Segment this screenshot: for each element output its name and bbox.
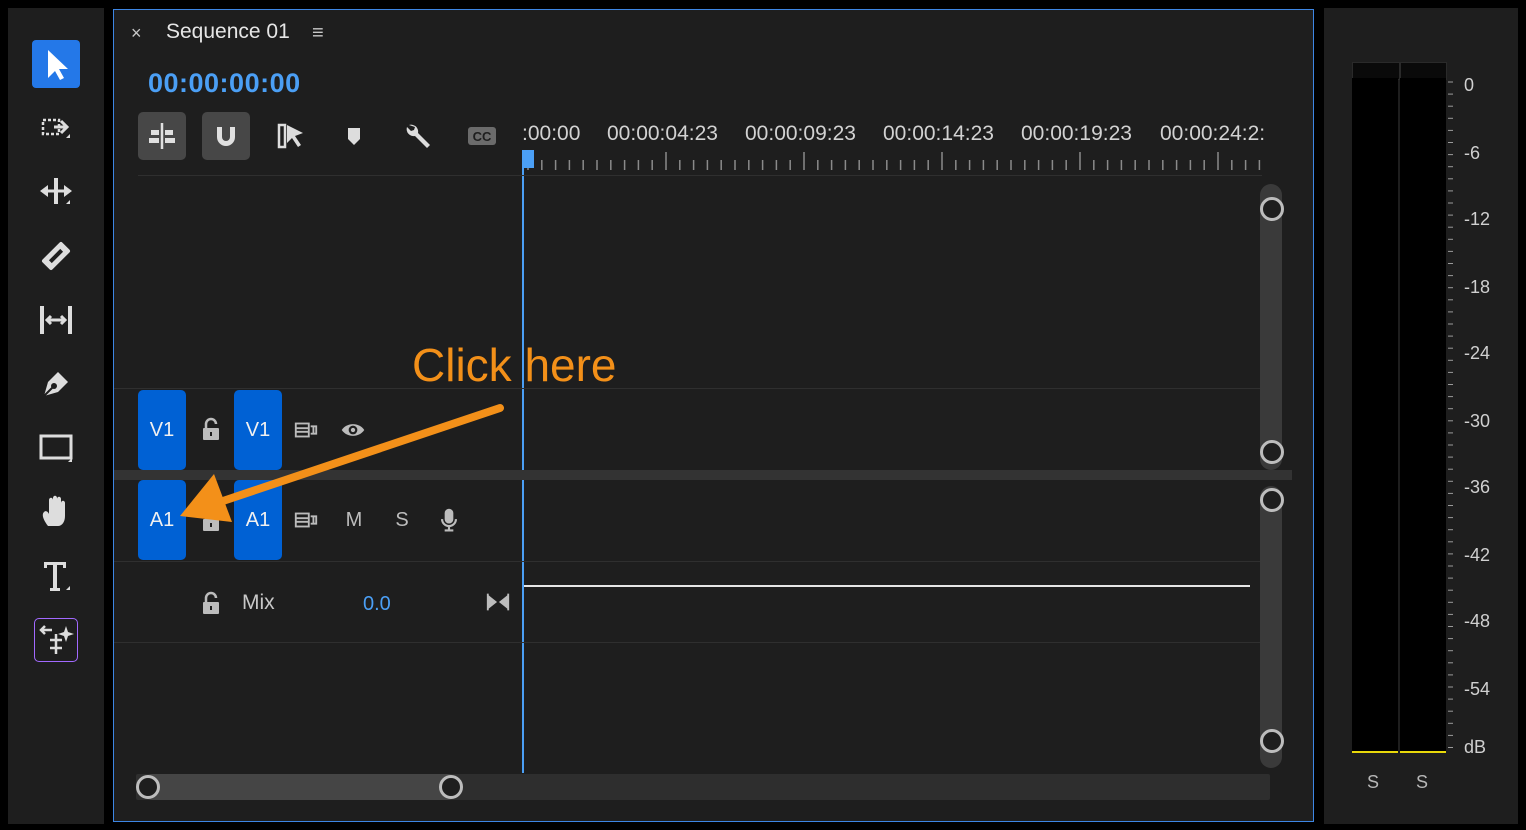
annotation-text: Click here: [412, 339, 617, 391]
meter-level-left: [1352, 751, 1398, 753]
snap-button[interactable]: [202, 112, 250, 160]
ruler-label: 00:00:04:23: [607, 122, 718, 145]
track-select-forward-icon: [41, 118, 70, 138]
db-scale-label: -42: [1464, 545, 1491, 565]
scroll-zoom-handle[interactable]: [1260, 440, 1284, 464]
mix-track-label: Mix: [242, 591, 275, 614]
meter-solo-button[interactable]: S: [1367, 772, 1379, 793]
track-select-tool-button[interactable]: [32, 104, 80, 152]
generative-extend-tool-button[interactable]: [34, 618, 78, 662]
lock-icon[interactable]: [198, 590, 224, 616]
svg-text:CC: CC: [473, 129, 492, 144]
ruler-label: 00:00:14:23: [883, 122, 994, 145]
panel-menu-icon[interactable]: ≡: [312, 22, 324, 45]
db-scale-ticks: [1448, 81, 1453, 748]
db-scale-label: -6: [1464, 143, 1481, 163]
arrow-select-icon: [48, 50, 68, 80]
generative-extend-icon: [39, 625, 74, 654]
meter-level-right: [1400, 751, 1446, 753]
hand-icon: [42, 495, 65, 526]
db-unit-label: dB: [1464, 737, 1487, 757]
playhead-timecode[interactable]: 00:00:00:00: [148, 68, 301, 99]
ruler-label: 00:00:09:23: [745, 122, 856, 145]
scroll-zoom-handle[interactable]: [136, 775, 160, 799]
db-scale-label: -24: [1464, 343, 1491, 363]
captions-button[interactable]: CC: [458, 112, 506, 160]
slip-tool-button[interactable]: [32, 296, 80, 344]
wrench-icon: [406, 124, 430, 148]
ripple-edit-icon: [40, 178, 72, 204]
track-divider: [114, 561, 1260, 562]
track-divider: [114, 642, 1260, 643]
pen-tool-button[interactable]: [32, 360, 80, 408]
db-scale-label: -48: [1464, 611, 1491, 631]
type-icon: [44, 562, 70, 591]
scroll-zoom-handle[interactable]: [439, 775, 463, 799]
marker-icon: [348, 128, 360, 145]
audio-vertical-scrollbar[interactable]: [1260, 486, 1282, 768]
hand-tool-button[interactable]: [32, 488, 80, 536]
add-marker-button[interactable]: [330, 112, 378, 160]
nest-insert-button[interactable]: [138, 112, 186, 160]
pen-icon: [43, 372, 68, 397]
track-divider: [114, 388, 1260, 389]
type-tool-button[interactable]: [32, 552, 80, 600]
ruler-label: :00:00: [522, 122, 581, 145]
db-scale-label: 0: [1464, 75, 1475, 95]
time-ruler[interactable]: [522, 150, 1262, 172]
horizontal-scroll-thumb[interactable]: [140, 774, 460, 800]
video-vertical-scrollbar[interactable]: [1260, 184, 1282, 470]
playhead-line: [522, 150, 524, 773]
annotation-arrow: [180, 404, 504, 522]
meter-solo-button[interactable]: S: [1416, 772, 1428, 793]
db-scale-label: -36: [1464, 477, 1491, 497]
rectangle-icon: [39, 434, 73, 462]
audio-meter-right: [1400, 78, 1446, 753]
slip-icon: [40, 306, 72, 334]
db-scale-label: -30: [1464, 411, 1491, 431]
razor-tool-button[interactable]: [32, 232, 80, 280]
db-scale-label: -54: [1464, 679, 1491, 699]
playhead-handle[interactable]: [522, 150, 534, 168]
scroll-zoom-handle[interactable]: [1260, 729, 1284, 753]
linked-selection-icon: [277, 123, 303, 149]
mix-volume-value[interactable]: 0.0: [363, 593, 391, 616]
cc-icon: CC: [468, 127, 496, 145]
scroll-zoom-handle[interactable]: [1260, 197, 1284, 221]
nest-sequence-icon: [149, 123, 175, 149]
mix-volume-line[interactable]: [524, 585, 1250, 587]
razor-icon: [41, 241, 71, 271]
bowtie-icon[interactable]: [484, 590, 512, 614]
close-icon[interactable]: ×: [131, 23, 142, 44]
ruler-label: 00:00:24:2:: [1160, 122, 1266, 145]
scroll-zoom-handle[interactable]: [1260, 488, 1284, 512]
sequence-tab-title[interactable]: Sequence 01: [166, 20, 290, 44]
db-scale-label: -18: [1464, 277, 1491, 297]
linked-selection-button[interactable]: [266, 112, 314, 160]
selection-tool-button[interactable]: [32, 40, 80, 88]
ruler-divider: [138, 175, 1262, 176]
timeline-settings-button[interactable]: [394, 112, 442, 160]
rectangle-tool-button[interactable]: [32, 424, 80, 472]
db-scale-label: -12: [1464, 209, 1491, 229]
ruler-label: 00:00:19:23: [1021, 122, 1132, 145]
magnet-icon: [217, 127, 235, 146]
audio-meter-left: [1352, 78, 1398, 753]
ripple-edit-tool-button[interactable]: [32, 168, 80, 216]
